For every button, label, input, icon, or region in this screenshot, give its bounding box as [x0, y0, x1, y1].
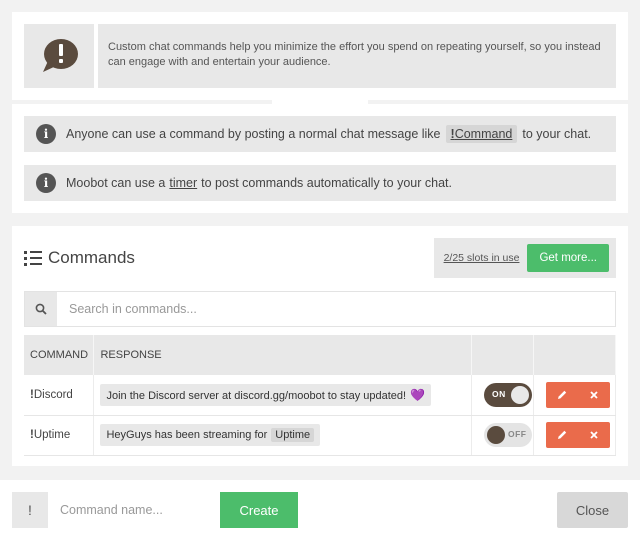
toggle-label: OFF [508, 429, 527, 439]
delete-button[interactable] [578, 422, 610, 448]
response-chip: Join the Discord server at discord.gg/mo… [100, 383, 432, 406]
enabled-toggle[interactable]: ON [484, 382, 532, 407]
edit-button[interactable] [546, 422, 578, 448]
info-usage-text-before: Anyone can use a command by posting a no… [66, 127, 441, 141]
action-buttons [545, 422, 610, 448]
toggle-knob [511, 385, 529, 404]
pencil-icon [557, 430, 567, 439]
response-text: Join the Discord server at discord.gg/mo… [106, 389, 407, 402]
command-response-cell: HeyGuys has been streaming for Uptime [93, 415, 472, 456]
list-icon [24, 250, 42, 266]
table-header-row: COMMAND RESPONSE [24, 335, 617, 375]
info-row-timer: i Moobot can use a timer to post command… [24, 165, 616, 201]
info-timer-text-before: Moobot can use a [66, 176, 166, 190]
footer-bar: ! Create Close [0, 480, 640, 540]
slots-usage-link[interactable]: 2/25 slots in use [444, 252, 520, 264]
divider-tab [272, 100, 368, 104]
timer-link[interactable]: timer [169, 176, 197, 190]
column-header-command: COMMAND [24, 335, 95, 375]
info-row-usage: i Anyone can use a command by posting a … [24, 116, 616, 152]
table-row: !Uptime HeyGuys has been streaming for Up… [24, 415, 617, 456]
commands-header: Commands 2/25 slots in use Get more... [24, 238, 616, 278]
response-text: HeyGuys has been streaming for [106, 429, 268, 441]
command-name-cell: !Discord [24, 375, 95, 416]
command-example-word: Command [454, 127, 513, 141]
info-icon: i [36, 173, 56, 193]
info-icon: i [36, 124, 56, 144]
close-icon [590, 431, 598, 439]
create-button[interactable]: Create [220, 492, 298, 528]
close-icon [590, 391, 598, 399]
command-name-cell: !Uptime [24, 415, 95, 456]
search-input[interactable] [57, 292, 615, 326]
commands-table: COMMAND RESPONSE !Discord Join the Disco… [24, 335, 617, 456]
close-button[interactable]: Close [557, 492, 628, 528]
column-header-response: RESPONSE [93, 335, 472, 375]
chat-exclamation-icon [43, 39, 78, 72]
enabled-toggle[interactable]: OFF [484, 423, 532, 447]
command-example-chip: !Command [445, 125, 518, 143]
toggle-knob [487, 426, 505, 444]
actions-cell [533, 415, 617, 456]
toggle-cell: OFF [471, 415, 534, 456]
intro-text: Custom chat commands help you minimize t… [98, 24, 616, 88]
info-timer-text-after: to post commands automatically to your c… [201, 176, 452, 190]
command-name: Uptime [33, 429, 71, 441]
intro-divider [12, 100, 628, 104]
slots-box: 2/25 slots in use Get more... [433, 238, 616, 278]
table-row: !Discord Join the Discord server at disc… [24, 375, 617, 416]
action-buttons [545, 381, 610, 408]
info-usage-text-after: to your chat. [522, 127, 592, 141]
column-header-toggle [471, 335, 534, 375]
response-variable-chip: Uptime [271, 428, 315, 442]
search-icon-box [25, 292, 57, 326]
toggle-label: ON [492, 388, 506, 399]
edit-button[interactable] [546, 382, 578, 408]
search-row [24, 291, 616, 327]
commands-card: Commands 2/25 slots in use Get more... C… [12, 226, 628, 466]
search-icon [35, 303, 47, 315]
response-chip: HeyGuys has been streaming for Uptime [100, 424, 321, 446]
intro-icon-box [24, 24, 94, 88]
actions-cell [533, 375, 617, 416]
delete-button[interactable] [578, 382, 610, 408]
pencil-icon [557, 390, 567, 399]
command-response-cell: Join the Discord server at discord.gg/mo… [93, 375, 472, 416]
command-prefix-addon: ! [12, 492, 48, 528]
intro-card: Custom chat commands help you minimize t… [12, 12, 628, 213]
command-name-input[interactable] [48, 492, 220, 528]
toggle-cell: ON [471, 375, 534, 416]
purple-heart-emoji: 💜 [410, 387, 426, 402]
intro-banner: Custom chat commands help you minimize t… [24, 24, 616, 88]
command-name: Discord [33, 388, 73, 401]
column-header-actions [533, 335, 617, 375]
get-more-button[interactable]: Get more... [527, 244, 609, 272]
commands-title: Commands [48, 248, 135, 267]
